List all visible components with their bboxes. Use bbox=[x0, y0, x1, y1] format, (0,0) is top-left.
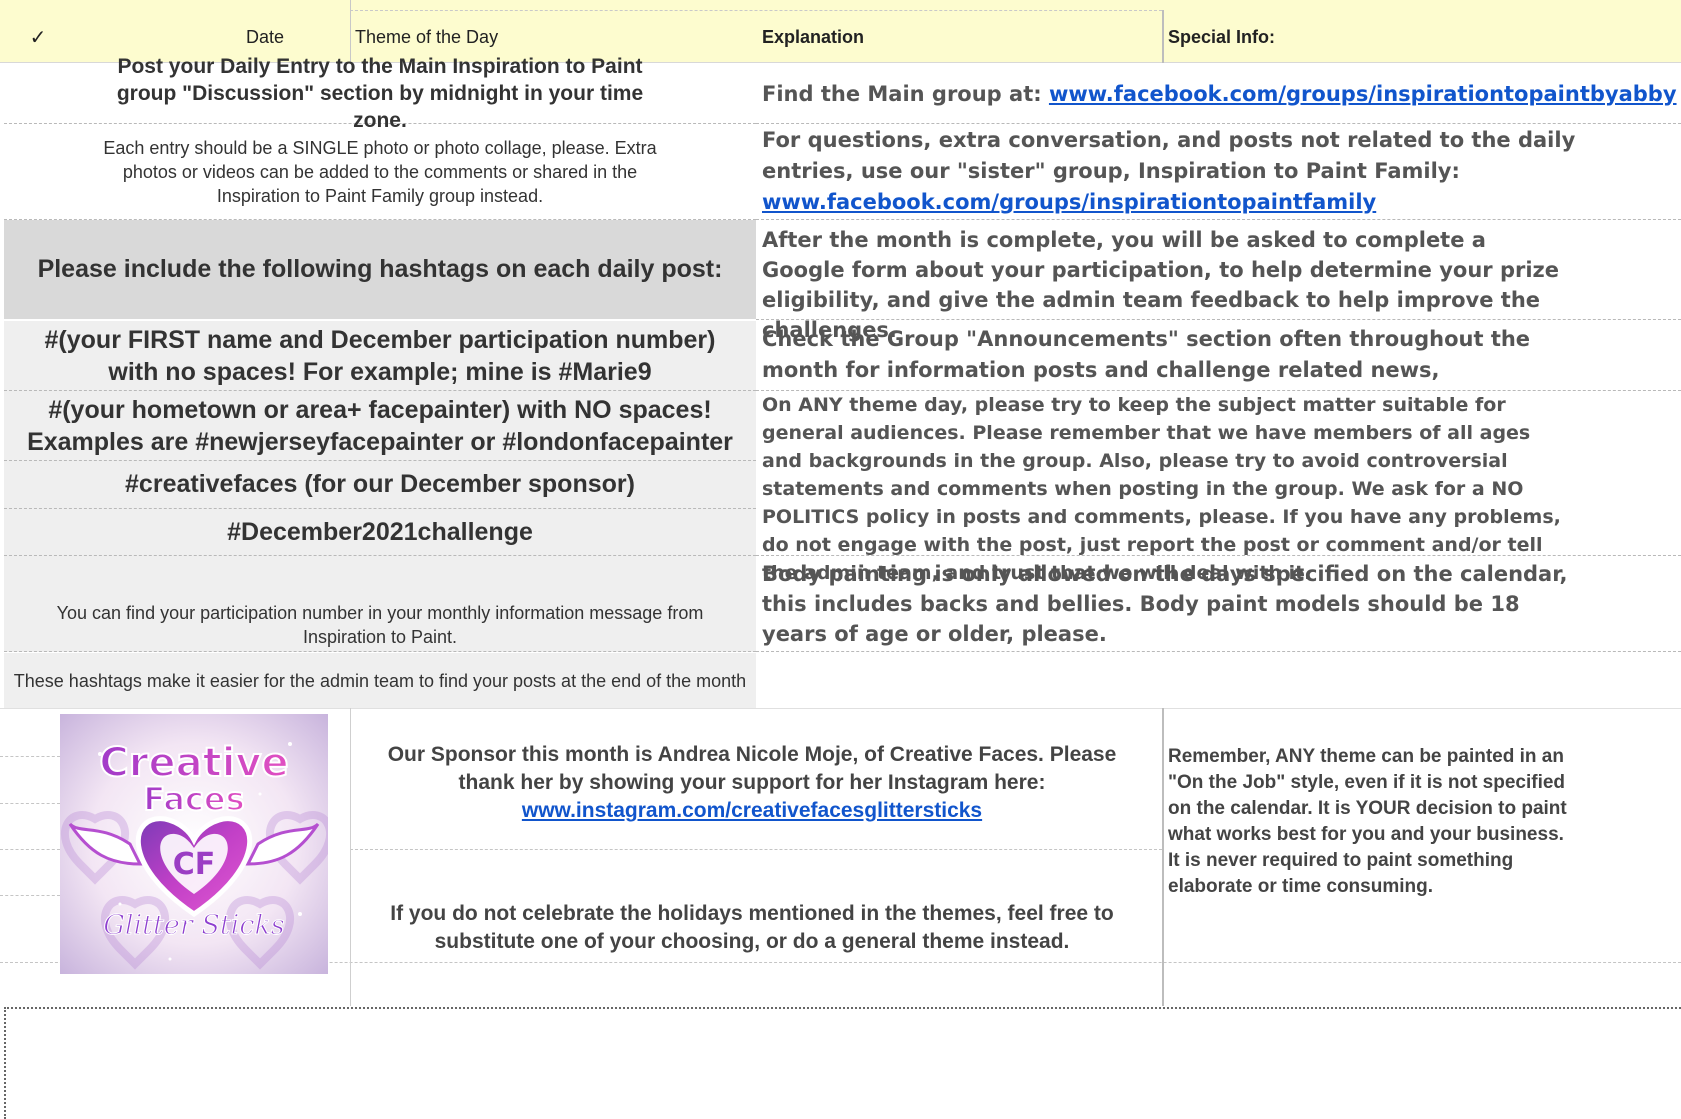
body-painting-text: Body painting is only allowed on the day… bbox=[762, 562, 1568, 646]
body-painting-cell: Body painting is only allowed on the day… bbox=[756, 556, 1681, 652]
main-group-link[interactable]: www.facebook.com/groups/inspirationtopai… bbox=[1049, 78, 1677, 110]
theme-column-header[interactable]: Theme of the Day bbox=[355, 22, 655, 52]
main-group-label: Find the Main group at: bbox=[762, 81, 1049, 106]
tag-sponsor-text: #creativefaces (for our December sponsor… bbox=[125, 470, 635, 498]
explanation-column-header[interactable]: Explanation bbox=[762, 22, 1062, 52]
google-form-cell: After the month is complete, you will be… bbox=[756, 220, 1681, 342]
main-group-cell: Find the Main group at: www.facebook.com… bbox=[756, 64, 1681, 124]
header-divider bbox=[1162, 10, 1164, 63]
post-entry-text: Post your Daily Entry to the Main Inspir… bbox=[116, 55, 644, 132]
hashtags-heading-text: Please include the following hashtags on… bbox=[37, 255, 723, 283]
sponsor-instagram-link[interactable]: www.instagram.com/creativefacesglitterst… bbox=[522, 799, 982, 822]
tag-challenge-text: #December2021challenge bbox=[227, 517, 533, 546]
post-entry-cell: Post your Daily Entry to the Main Inspir… bbox=[4, 55, 756, 132]
tag-sponsor-cell: #creativefaces (for our December sponsor… bbox=[4, 461, 756, 509]
hashtags-heading-cell: Please include the following hashtags on… bbox=[4, 220, 756, 320]
any-theme-day-cell: On ANY theme day, please try to keep the… bbox=[756, 391, 1681, 584]
sponsor-text: Our Sponsor this month is Andrea Nicole … bbox=[387, 743, 1117, 794]
holidays-text: If you do not celebrate the holidays men… bbox=[390, 902, 1114, 953]
sponsor-cell: Our Sponsor this month is Andrea Nicole … bbox=[352, 738, 1152, 828]
announcements-cell: Check the Group "Announcements" section … bbox=[756, 320, 1681, 391]
questions-text: For questions, extra conversation, and p… bbox=[762, 128, 1576, 183]
tag-hometown-text: #(your hometown or area+ facepainter) wi… bbox=[27, 395, 733, 456]
tag-challenge-cell: #December2021challenge bbox=[4, 509, 756, 556]
special-info-column-header[interactable]: Special Info: bbox=[1168, 22, 1468, 52]
creative-faces-logo: CF Creative Faces Glitter Sticks bbox=[60, 714, 328, 974]
single-photo-text: Each entry should be a SINGLE photo or p… bbox=[103, 137, 657, 206]
single-photo-cell: Each entry should be a SINGLE photo or p… bbox=[4, 124, 756, 220]
tag-first-name-cell: #(your FIRST name and December participa… bbox=[4, 321, 756, 391]
announcements-text: Check the Group "Announcements" section … bbox=[762, 327, 1531, 382]
family-group-link[interactable]: www.facebook.com/groups/inspirationtopai… bbox=[762, 190, 1376, 214]
remember-cell: Remember, ANY theme can be painted in an… bbox=[1168, 744, 1568, 934]
questions-cell: For questions, extra conversation, and p… bbox=[756, 124, 1681, 220]
logo-monogram: CF bbox=[173, 847, 216, 882]
participation-number-text: You can find your participation number i… bbox=[56, 603, 704, 647]
admin-note-cell: These hashtags make it easier for the ad… bbox=[4, 653, 756, 708]
tag-hometown-cell: #(your hometown or area+ facepainter) wi… bbox=[4, 391, 756, 461]
empty-right-cell bbox=[756, 653, 1681, 708]
participation-number-cell: You can find your participation number i… bbox=[4, 556, 756, 652]
range-selection-outline[interactable] bbox=[4, 1007, 1681, 1119]
date-column-header[interactable]: Date bbox=[215, 22, 315, 52]
remember-text: Remember, ANY theme can be painted in an… bbox=[1168, 746, 1567, 897]
admin-note-text: These hashtags make it easier for the ad… bbox=[13, 670, 747, 691]
check-column-header[interactable]: ✓ bbox=[25, 22, 51, 52]
holidays-cell: If you do not celebrate the holidays men… bbox=[352, 898, 1152, 958]
logo-artwork: CF Creative Faces Glitter Sticks bbox=[60, 714, 328, 974]
logo-line-faces: Faces bbox=[143, 780, 244, 818]
logo-line-glitter-sticks: Glitter Sticks bbox=[103, 910, 284, 941]
tag-first-name-text: #(your FIRST name and December participa… bbox=[44, 325, 716, 386]
header-top-rule bbox=[350, 10, 1162, 11]
